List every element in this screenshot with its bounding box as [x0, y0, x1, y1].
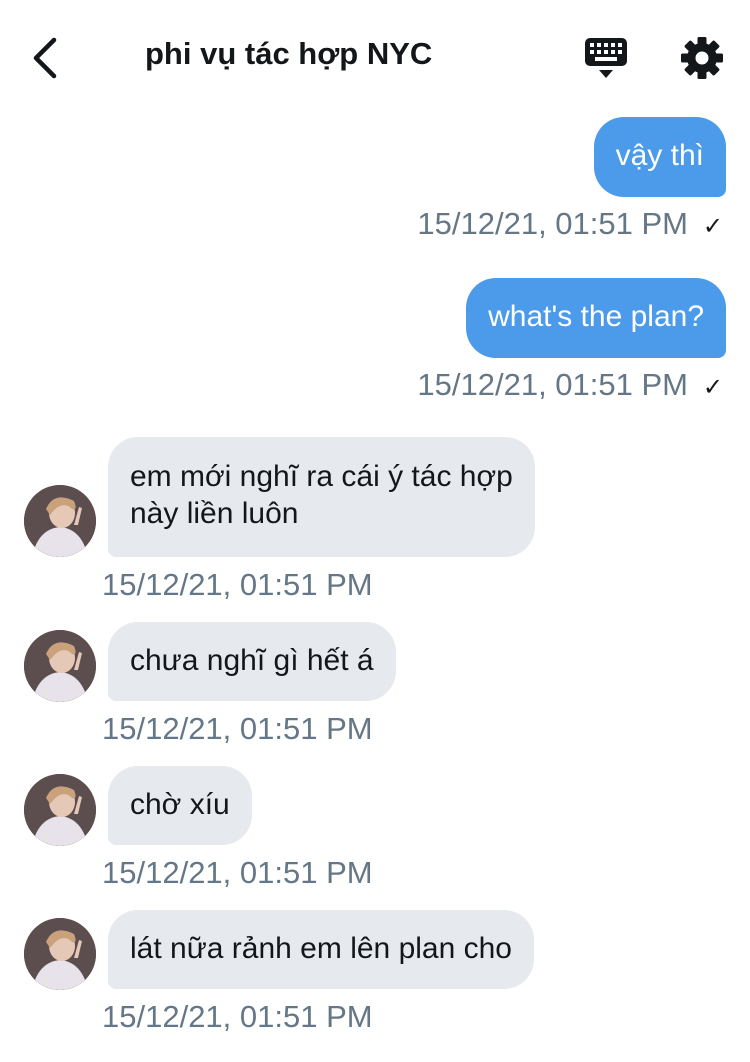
message-timestamp: 15/12/21, 01:51 PM — [417, 206, 688, 241]
message-text-line: em mới nghĩ ra cái ý tác hợp — [130, 460, 513, 493]
avatar-photo — [24, 918, 96, 990]
message-text: chờ xíu — [130, 788, 230, 821]
message-timestamp: 15/12/21, 01:51 PM — [102, 567, 373, 602]
message-thread: vậy thì 15/12/21, 01:51 PM ✓ what's the … — [0, 0, 750, 1062]
message-timestamp: 15/12/21, 01:51 PM — [102, 999, 373, 1034]
avatar-photo — [24, 774, 96, 846]
avatar[interactable] — [24, 774, 96, 846]
read-receipt-icon: ✓ — [702, 213, 723, 240]
message-timestamp: 15/12/21, 01:51 PM — [102, 855, 373, 890]
message-bubble-incoming[interactable]: em mới nghĩ ra cái ý tác hợp này liền lu… — [108, 437, 535, 557]
avatar[interactable] — [24, 630, 96, 702]
message-text: lát nữa rảnh em lên plan cho — [130, 932, 512, 965]
message-bubble-incoming[interactable]: chưa nghĩ gì hết á — [108, 622, 396, 701]
message-bubble-outgoing[interactable]: vậy thì — [593, 117, 726, 197]
message-text: chưa nghĩ gì hết á — [130, 644, 374, 677]
message-bubble-incoming[interactable]: chờ xíu — [108, 766, 252, 845]
avatar-photo — [24, 630, 96, 702]
avatar-photo — [24, 485, 96, 557]
avatar[interactable] — [24, 918, 96, 990]
message-timestamp: 15/12/21, 01:51 PM — [102, 711, 373, 746]
message-timestamp: 15/12/21, 01:51 PM — [417, 367, 688, 402]
message-text: vậy thì — [615, 139, 704, 172]
message-text: what's the plan? — [488, 300, 704, 333]
message-bubble-incoming[interactable]: lát nữa rảnh em lên plan cho — [108, 910, 534, 989]
message-bubble-outgoing[interactable]: what's the plan? — [466, 278, 726, 358]
message-text-line: này liền luôn — [130, 497, 299, 530]
read-receipt-icon: ✓ — [702, 374, 723, 401]
avatar[interactable] — [24, 485, 96, 557]
